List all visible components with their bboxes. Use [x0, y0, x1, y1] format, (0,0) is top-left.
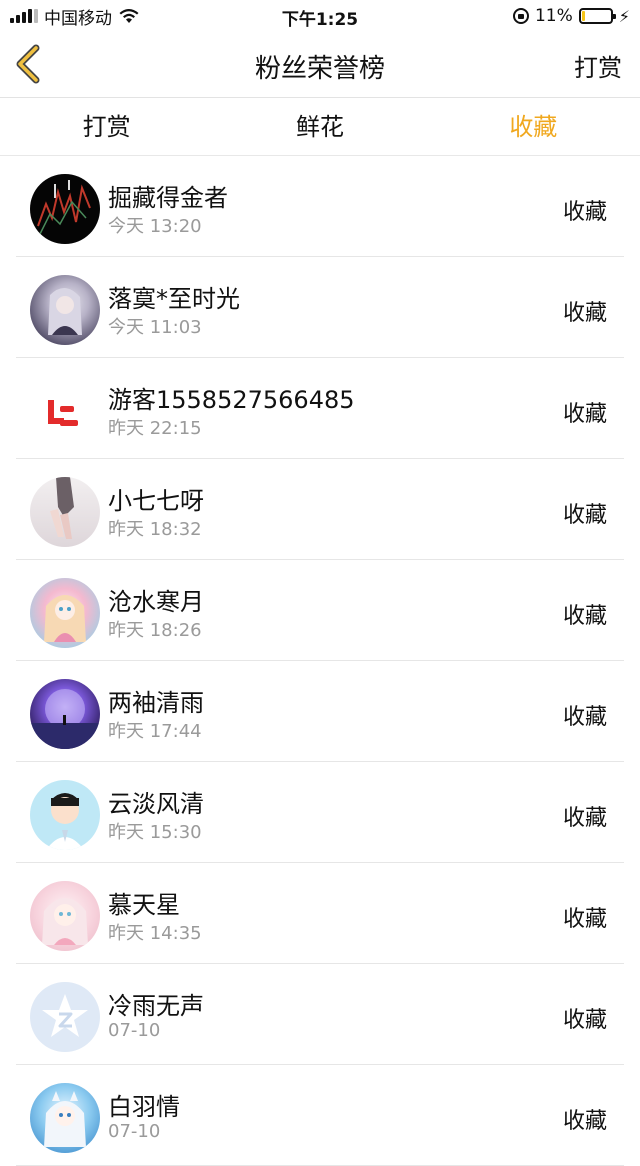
timestamp: 昨天 18:32	[108, 519, 202, 540]
list-item[interactable]: 游客1558527566485 昨天 22:15 收藏	[0, 358, 640, 459]
action-label: 收藏	[562, 604, 607, 629]
avatar	[30, 376, 100, 446]
timestamp: 昨天 14:35	[108, 923, 202, 944]
action-label: 收藏	[562, 301, 607, 326]
battery-percent: 11%	[534, 6, 573, 26]
default-star-icon	[42, 994, 88, 1037]
nav-bar: 粉丝荣誉榜 打赏	[0, 32, 640, 98]
reward-button[interactable]: 打赏	[574, 48, 622, 83]
action-label: 收藏	[562, 806, 607, 831]
timestamp: 昨天 17:44	[108, 721, 202, 742]
list-item[interactable]: 慕天星 昨天 14:35 收藏	[0, 863, 640, 964]
avatar	[30, 477, 100, 547]
avatar	[30, 578, 100, 648]
list-item[interactable]: 冷雨无声 07-10 收藏	[0, 964, 640, 1065]
avatar	[30, 174, 100, 244]
tab-favorites[interactable]: 收藏	[427, 98, 640, 155]
user-name: 两袖清雨	[108, 689, 204, 717]
user-name: 慕天星	[108, 891, 180, 919]
list-item[interactable]: 两袖清雨 昨天 17:44 收藏	[0, 661, 640, 762]
action-label: 收藏	[562, 1109, 607, 1134]
avatar	[30, 275, 100, 345]
timestamp: 07-10	[108, 1121, 161, 1142]
page-title: 粉丝荣誉榜	[254, 54, 385, 84]
action-label: 收藏	[562, 402, 607, 427]
action-label: 收藏	[562, 907, 607, 932]
battery-icon	[578, 8, 616, 24]
status-right: 11% ⚡	[512, 5, 630, 27]
timestamp: 07-10	[108, 1020, 161, 1041]
timestamp: 昨天 15:30	[108, 822, 202, 843]
user-name: 小七七呀	[108, 487, 204, 515]
avatar	[30, 1083, 100, 1153]
fan-list: 掘藏得金者 今天 13:20 收藏 落寞*至时光 今天 11:03 收藏 游客1…	[0, 156, 640, 1166]
timestamp: 昨天 18:26	[108, 620, 202, 641]
tab-flowers[interactable]: 鲜花	[213, 98, 426, 155]
avatar	[30, 881, 100, 951]
timestamp: 今天 11:03	[108, 317, 202, 338]
list-item[interactable]: 小七七呀 昨天 18:32 收藏	[0, 459, 640, 560]
user-name: 掘藏得金者	[108, 184, 228, 212]
avatar	[30, 982, 100, 1052]
avatar	[30, 679, 100, 749]
tab-bar: 打赏 鲜花 收藏	[0, 98, 640, 156]
user-name: 落寞*至时光	[108, 285, 240, 313]
timestamp: 今天 13:20	[108, 216, 202, 237]
list-item[interactable]: 沧水寒月 昨天 18:26 收藏	[0, 560, 640, 661]
user-name: 白羽情	[108, 1093, 180, 1121]
action-label: 收藏	[562, 503, 607, 528]
list-item[interactable]: 云淡风清 昨天 15:30 收藏	[0, 762, 640, 863]
orientation-lock-icon	[512, 8, 529, 24]
list-item[interactable]: 白羽情 07-10 收藏	[0, 1065, 640, 1166]
tab-reward[interactable]: 打赏	[0, 98, 213, 155]
user-name: 游客1558527566485	[108, 386, 355, 414]
action-label: 收藏	[562, 705, 607, 730]
user-name: 沧水寒月	[108, 588, 204, 616]
action-label: 收藏	[562, 200, 607, 225]
timestamp: 昨天 22:15	[108, 418, 202, 439]
user-name: 冷雨无声	[108, 992, 204, 1020]
list-item[interactable]: 掘藏得金者 今天 13:20 收藏	[0, 156, 640, 257]
charging-bolt-icon: ⚡	[618, 6, 630, 26]
user-name: 云淡风清	[108, 790, 204, 818]
action-label: 收藏	[562, 1008, 607, 1033]
status-bar: 中国移动 下午1:25 11% ⚡	[0, 0, 640, 32]
list-item[interactable]: 落寞*至时光 今天 11:03 收藏	[0, 257, 640, 358]
avatar	[30, 780, 100, 850]
